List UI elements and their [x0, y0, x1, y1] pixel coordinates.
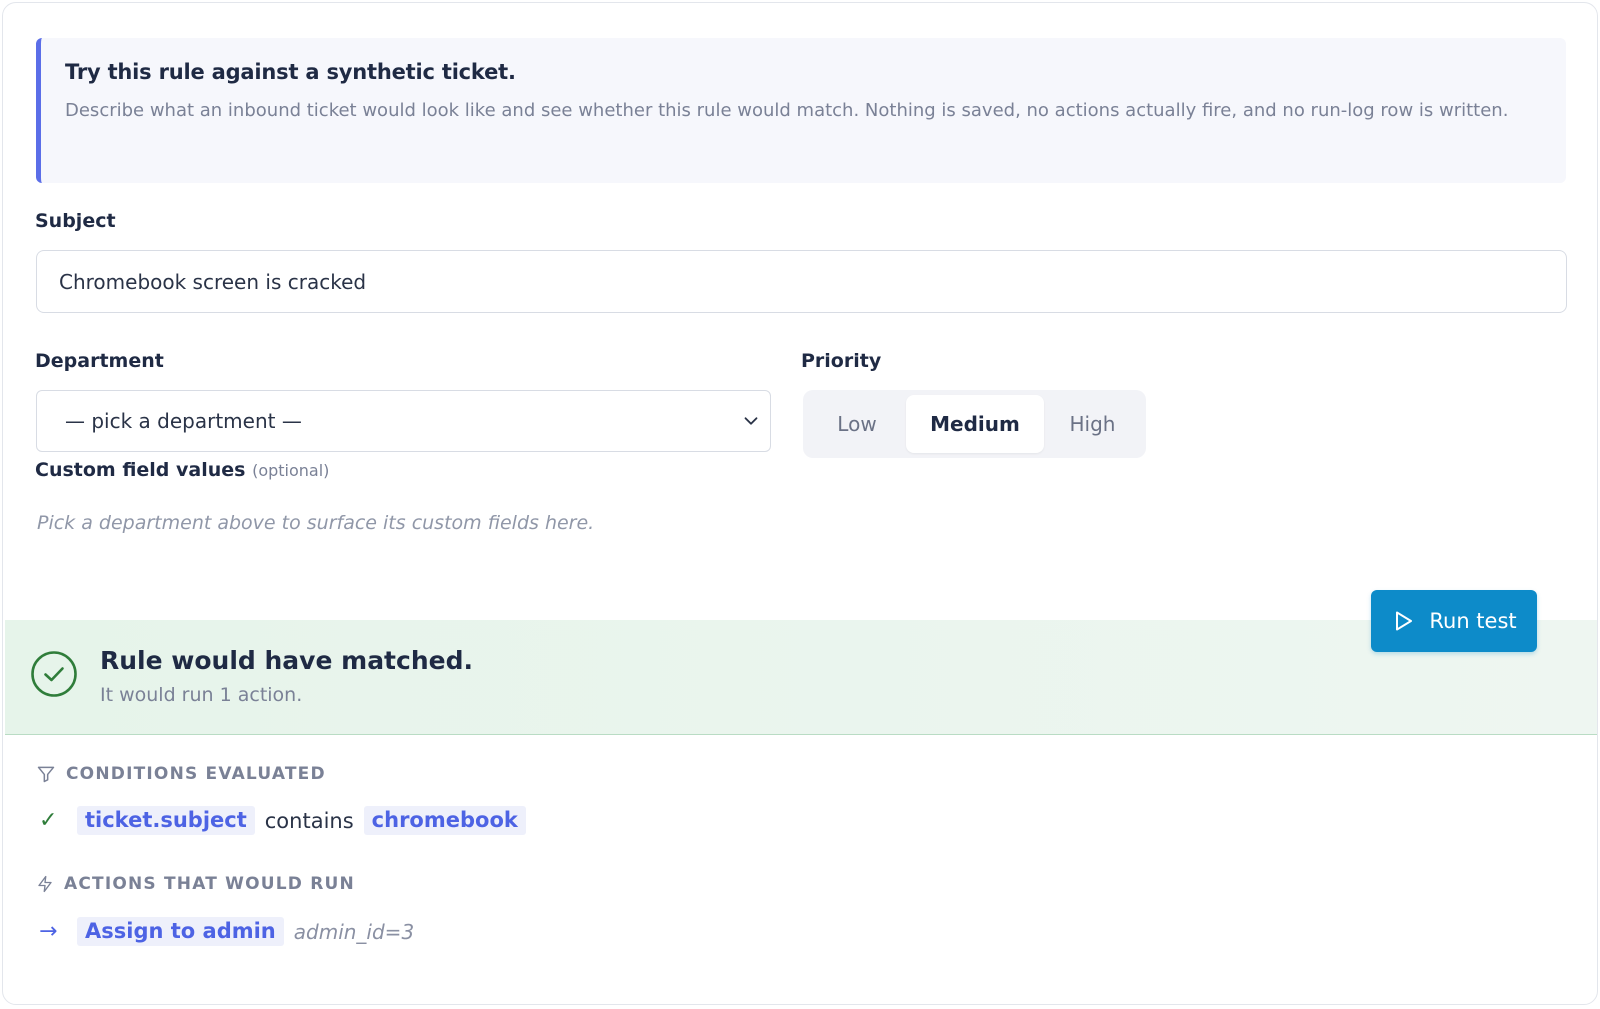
- department-select-value: — pick a department —: [65, 409, 302, 433]
- priority-label: Priority: [801, 350, 882, 372]
- condition-operator: contains: [264, 808, 354, 833]
- condition-row: ✓ ticket.subject contains chromebook: [39, 806, 526, 835]
- custom-fields-label: Custom field values (optional): [35, 459, 329, 481]
- play-icon: [1396, 611, 1413, 631]
- subject-input-value: Chromebook screen is cracked: [59, 269, 367, 294]
- intro-callout: Try this rule against a synthetic ticket…: [36, 38, 1566, 183]
- condition-field: ticket.subject: [77, 806, 255, 835]
- priority-option-medium[interactable]: Medium: [906, 395, 1044, 453]
- optional-tag: (optional): [252, 461, 330, 480]
- custom-fields-label-text: Custom field values: [35, 459, 246, 481]
- priority-segmented-control: Low Medium High: [803, 390, 1146, 458]
- department-label: Department: [35, 350, 164, 372]
- arrow-right-icon: →: [39, 919, 58, 944]
- result-subtitle: It would run 1 action.: [100, 684, 303, 706]
- check-circle-icon: [31, 651, 77, 697]
- rule-test-panel: Try this rule against a synthetic ticket…: [2, 2, 1598, 1005]
- subject-label: Subject: [35, 210, 116, 232]
- intro-title: Try this rule against a synthetic ticket…: [65, 60, 516, 84]
- run-test-button[interactable]: Run test: [1371, 590, 1537, 652]
- conditions-heading-text: CONDITIONS EVALUATED: [66, 764, 326, 784]
- priority-option-high[interactable]: High: [1044, 395, 1141, 453]
- condition-value: chromebook: [363, 806, 526, 835]
- run-test-label: Run test: [1429, 609, 1517, 633]
- conditions-heading: CONDITIONS EVALUATED: [36, 764, 326, 784]
- lightning-icon: [38, 875, 52, 893]
- match-result-banner: Rule would have matched. It would run 1 …: [5, 620, 1597, 735]
- subject-input[interactable]: Chromebook screen is cracked: [36, 250, 1567, 313]
- intro-description: Describe what an inbound ticket would lo…: [65, 100, 1509, 121]
- action-row: → Assign to admin admin_id=3: [39, 917, 414, 946]
- priority-option-low[interactable]: Low: [808, 395, 906, 453]
- chevron-down-icon: [744, 417, 758, 425]
- action-name: Assign to admin: [77, 917, 284, 946]
- result-title: Rule would have matched.: [100, 646, 473, 675]
- filter-icon: [37, 766, 55, 783]
- actions-heading-text: ACTIONS THAT WOULD RUN: [64, 874, 355, 894]
- action-params: admin_id=3: [293, 919, 415, 944]
- check-mark-icon: ✓: [39, 808, 58, 833]
- actions-heading: ACTIONS THAT WOULD RUN: [36, 874, 355, 894]
- custom-fields-hint: Pick a department above to surface its c…: [37, 512, 595, 534]
- department-select[interactable]: — pick a department —: [36, 390, 771, 452]
